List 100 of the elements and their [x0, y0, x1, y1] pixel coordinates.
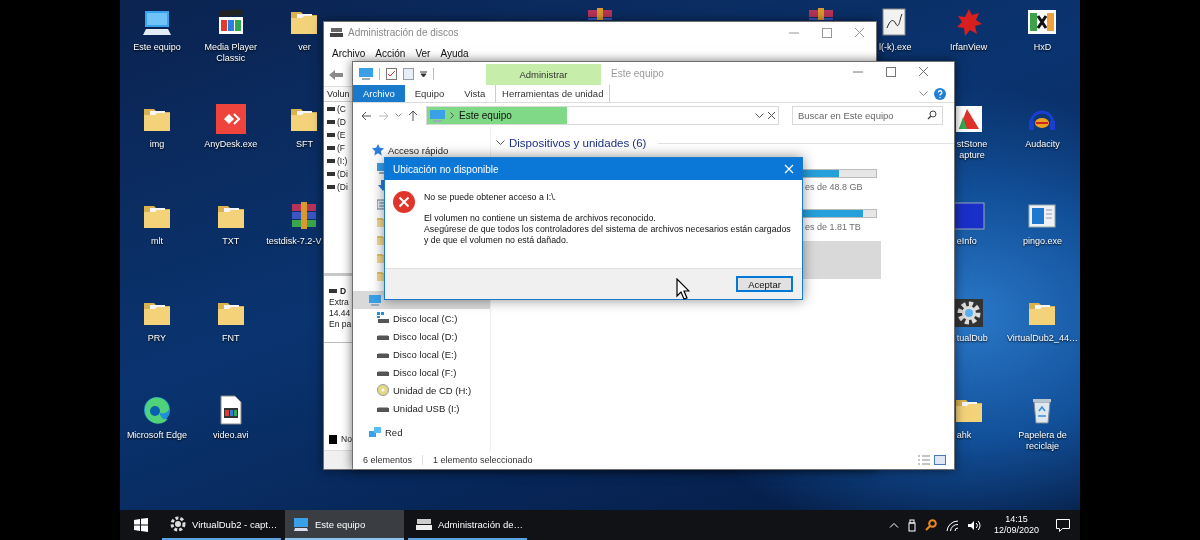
- desktop-icon-label[interactable]: pingo.exe: [1022, 236, 1062, 247]
- desktop-icon-label[interactable]: Este equipo: [133, 42, 181, 53]
- legend-label: No: [341, 434, 352, 444]
- error-message: No se puede obtener acceso a I:\.: [424, 192, 558, 203]
- desktop-icon-label[interactable]: PRY: [147, 333, 167, 344]
- back-arrow-icon[interactable]: [361, 110, 372, 121]
- app-tile-icon[interactable]: [952, 200, 985, 232]
- desktop-icon-label[interactable]: Media Player Classic: [194, 42, 267, 64]
- nav-item[interactable]: Unidad USB (I:): [353, 399, 490, 417]
- desktop-icon-label[interactable]: ver: [298, 42, 311, 53]
- desktop-icon-label[interactable]: eInfo: [956, 236, 977, 247]
- menu-item[interactable]: Ayuda: [435, 47, 474, 59]
- desktop-icon-label[interactable]: img: [149, 139, 165, 150]
- nav-item[interactable]: Acceso rápido: [353, 141, 490, 159]
- chevron-down-icon[interactable]: [755, 112, 764, 119]
- desktop-icon-label[interactable]: mlt: [150, 236, 163, 247]
- desktop-icon-label[interactable]: VirtualDub2_44…: [1007, 333, 1078, 344]
- close-icon[interactable]: [767, 111, 776, 120]
- menu-item[interactable]: Archivo: [327, 47, 371, 59]
- star-icon: [372, 144, 384, 156]
- search-icon[interactable]: [927, 110, 937, 120]
- desktop-icon-label[interactable]: stStone apture: [956, 139, 988, 161]
- windows-logo-icon: [134, 518, 148, 532]
- dropdown-icon[interactable]: [420, 70, 427, 77]
- volume-icon[interactable]: [967, 519, 981, 531]
- nav-item[interactable]: Disco local (D:): [353, 327, 490, 345]
- nav-item[interactable]: Disco local (E:): [353, 345, 490, 363]
- desktop-icon-label[interactable]: IrfanView: [950, 42, 988, 53]
- desktop-icon-label[interactable]: SFT: [296, 139, 313, 150]
- menu-item[interactable]: Acción: [370, 47, 411, 59]
- desktop-icon-label[interactable]: TXT: [222, 236, 240, 247]
- desktop-icon-label[interactable]: video.avi: [212, 430, 249, 441]
- magnifier-icon[interactable]: [924, 519, 937, 531]
- desktop-icon-label[interactable]: testdisk-7.2-V: [266, 236, 322, 247]
- desktop-icon-label[interactable]: Audacity: [1025, 139, 1060, 150]
- address-bar[interactable]: Este equipo: [426, 106, 779, 125]
- clock-date: 12/09/2020: [993, 525, 1039, 536]
- taskbar-item[interactable]: Administración de…: [408, 510, 527, 540]
- desktop-icon-label[interactable]: Papelera de reciclaje: [1006, 430, 1079, 452]
- monitor-icon: [369, 294, 381, 306]
- monitor-icon: [293, 516, 309, 532]
- dialog-title: Ubicación no disponible: [393, 163, 499, 175]
- back-arrow-icon[interactable]: [328, 68, 344, 81]
- gear-icon[interactable]: [952, 297, 985, 329]
- chevron-down-icon[interactable]: [395, 113, 402, 118]
- disk-drive-icon: [330, 27, 343, 38]
- desktop-icon-label[interactable]: FNT: [221, 333, 240, 344]
- usb-icon[interactable]: [907, 518, 916, 532]
- nav-item[interactable]: Disco local (C:): [353, 309, 490, 327]
- desktop-icon-label[interactable]: AnyDesk.exe: [204, 139, 258, 150]
- desktop-icon-label[interactable]: tualDub: [956, 333, 988, 344]
- desktop-icon-label[interactable]: l(-k).exe: [878, 42, 912, 53]
- section-heading: Dispositivos y unidades (6): [509, 137, 647, 149]
- notification-icon[interactable]: [1056, 518, 1070, 532]
- help-icon[interactable]: [934, 87, 946, 100]
- disk-info: 14.44: [329, 307, 351, 318]
- ribbon-tab[interactable]: Archivo: [353, 85, 405, 102]
- status-text: 1 elemento seleccionado: [433, 455, 534, 465]
- status-text: 6 elementos: [363, 455, 424, 465]
- accept-button[interactable]: Aceptar: [736, 276, 793, 292]
- window-title: Administración de discos: [348, 27, 459, 38]
- context-tab[interactable]: Administrar: [486, 64, 601, 85]
- gear-icon: [170, 516, 186, 532]
- search-field[interactable]: Buscar en Este equipo: [792, 106, 943, 125]
- window-title: Este equipo: [611, 68, 664, 79]
- nav-item[interactable]: Red: [353, 423, 490, 441]
- chevron-down-icon[interactable]: [919, 90, 928, 97]
- desktop-icon-label[interactable]: ahk: [956, 430, 972, 441]
- error-icon: [393, 191, 415, 213]
- large-icons-view-icon[interactable]: [934, 455, 946, 465]
- disk-name: D: [340, 285, 347, 296]
- taskbar-item[interactable]: Este equipo: [285, 510, 404, 540]
- checklist-icon[interactable]: [386, 67, 397, 80]
- disc-icon: [377, 384, 389, 396]
- ribbon-tab[interactable]: Herramientas de unidad: [495, 85, 611, 102]
- up-arrow-icon[interactable]: [408, 110, 418, 121]
- chevron-up-icon[interactable]: [888, 522, 899, 528]
- disk-drive-icon: [416, 516, 432, 532]
- volume-name: (C: [337, 103, 346, 114]
- diamond-logo-icon[interactable]: [214, 103, 247, 135]
- volume-name: (F: [337, 142, 346, 153]
- taskbar-item[interactable]: VirtualDub2 - capt…: [162, 510, 281, 540]
- nav-item[interactable]: Unidad de CD (H:): [353, 381, 490, 399]
- nav-item[interactable]: Disco local (F:): [353, 363, 490, 381]
- volume-name: (Di: [337, 181, 348, 192]
- network-icon: [369, 426, 381, 438]
- menu-item[interactable]: Ver: [410, 47, 436, 59]
- chevron-down-icon[interactable]: [496, 140, 505, 146]
- error-detail: Asegúrese de que todos los controladores del sistema de archivos necesarios están cargados y de que el volumen no está dañado.: [424, 224, 792, 246]
- volume-name: (I:): [337, 155, 348, 166]
- breadcrumb-item[interactable]: Este equipo: [427, 107, 567, 124]
- desktop-icon-label[interactable]: Microsoft Edge: [126, 430, 187, 441]
- desktop-icon-label[interactable]: HxD: [1033, 42, 1052, 53]
- drive-capacity: es de 48.8 GB: [804, 182, 864, 192]
- volume-name: (Di: [337, 168, 348, 179]
- document-icon[interactable]: [403, 67, 414, 80]
- volume-name: (E: [337, 129, 346, 140]
- wifi-icon[interactable]: [945, 519, 959, 531]
- disk-info: En pa: [329, 318, 352, 329]
- drive-icon: [377, 312, 389, 324]
